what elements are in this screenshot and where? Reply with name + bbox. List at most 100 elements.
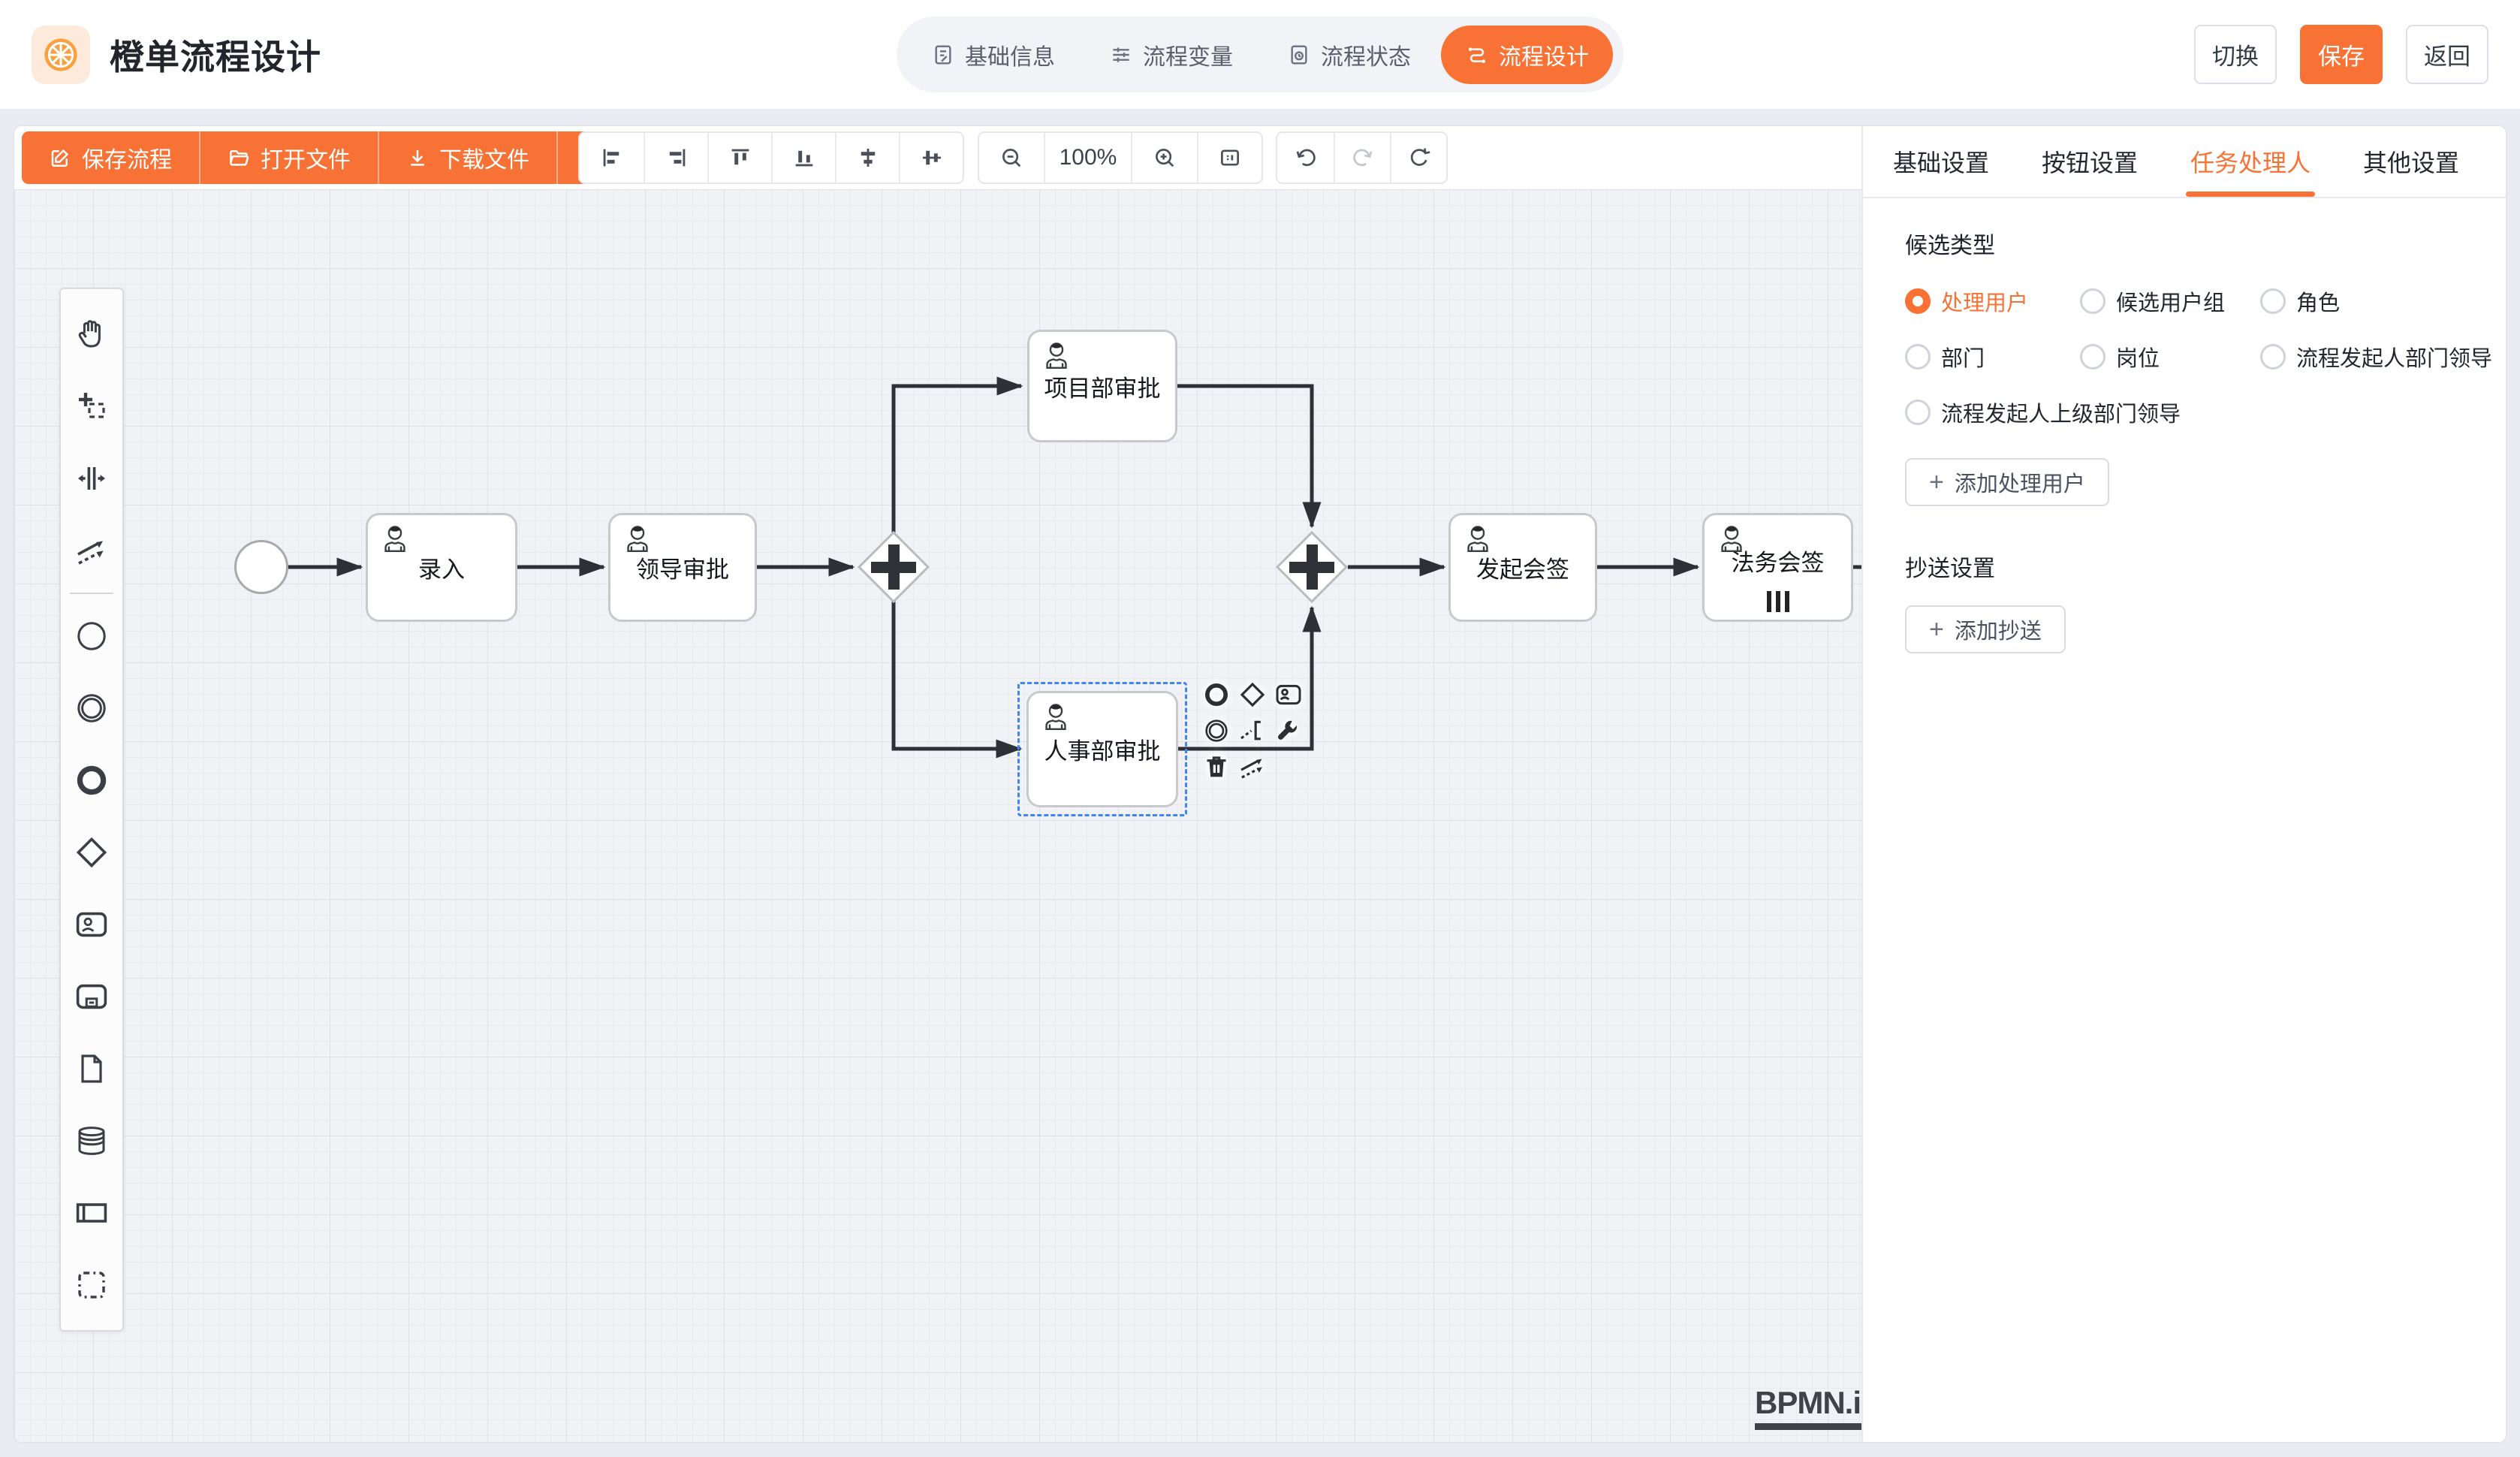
task-node-xiangmubushenpi[interactable]: 项目部审批 — [1027, 330, 1177, 442]
parallel-gateway-join[interactable] — [1276, 531, 1348, 603]
align-center-horizontal-button[interactable] — [899, 133, 963, 183]
create-participant-pool[interactable] — [61, 1177, 122, 1249]
radio-dot — [1905, 288, 1931, 314]
flow-design-icon — [1465, 43, 1489, 67]
settings-wrench-button[interactable] — [1271, 713, 1306, 748]
top-nav: 基础信息 流程变量 流程状态 流程设计 — [897, 17, 1623, 92]
append-gateway-button[interactable] — [1235, 677, 1270, 712]
multi-instance-marker — [1767, 591, 1789, 612]
task-node-renshibushenpi[interactable]: 人事部审批 — [1026, 691, 1178, 807]
align-center-vertical-button[interactable] — [835, 133, 899, 183]
task-node-lingdaoshenpi[interactable]: 领导审批 — [608, 513, 757, 622]
context-pad — [1199, 677, 1306, 784]
file-btn-label: 保存流程 — [82, 141, 172, 174]
back-button[interactable]: 返回 — [2406, 25, 2488, 84]
form-icon — [931, 43, 955, 67]
radio-label: 流程发起人部门领导 — [2296, 341, 2492, 373]
create-gateway[interactable] — [61, 816, 122, 888]
create-intermediate-event[interactable] — [61, 672, 122, 744]
radio-candidate-user-group[interactable]: 候选用户组 — [2080, 285, 2260, 317]
sequence-flow — [1177, 386, 1312, 526]
hand-tool[interactable] — [61, 298, 122, 370]
gateway-icon — [1237, 680, 1268, 710]
delete-button[interactable] — [1199, 750, 1234, 784]
zoom-in-button[interactable] — [1132, 133, 1197, 183]
brand: 橙单流程设计 — [32, 26, 321, 84]
task-node-fawuhuiqian[interactable]: 法务会签 — [1702, 513, 1853, 622]
page-title: 橙单流程设计 — [110, 30, 321, 80]
append-end-event-button[interactable] — [1199, 677, 1234, 712]
add-handler-user-button[interactable]: + 添加处理用户 — [1905, 458, 2109, 506]
connection-icon — [1237, 752, 1268, 782]
radio-role[interactable]: 角色 — [2260, 285, 2492, 317]
nav-item-process-design[interactable]: 流程设计 — [1441, 26, 1613, 84]
start-event-node[interactable] — [234, 540, 288, 594]
radio-handler-user[interactable]: 处理用户 — [1905, 285, 2080, 317]
align-right-icon — [664, 145, 689, 170]
trash-icon — [1201, 752, 1231, 782]
radio-post[interactable]: 岗位 — [2080, 341, 2260, 373]
append-text-annotation-button[interactable] — [1235, 713, 1270, 748]
connect-tool-button[interactable] — [1235, 750, 1270, 784]
nav-item-process-variables[interactable]: 流程变量 — [1085, 26, 1257, 84]
bpmn-canvas[interactable]: 录入 领导审批 — [14, 189, 1864, 1443]
tab-other-settings[interactable]: 其他设置 — [2363, 126, 2459, 197]
align-left-button[interactable] — [580, 133, 644, 183]
create-subprocess[interactable] — [61, 961, 122, 1033]
tab-task-assignee[interactable]: 任务处理人 — [2190, 126, 2311, 197]
create-data-store[interactable] — [61, 1105, 122, 1177]
sequence-flow — [894, 602, 1020, 749]
lasso-tool[interactable] — [61, 370, 122, 442]
radio-department[interactable]: 部门 — [1905, 341, 2080, 373]
fit-viewport-button[interactable] — [1197, 133, 1262, 183]
align-center-horizontal-icon — [919, 145, 945, 170]
create-data-object[interactable] — [61, 1033, 122, 1105]
radio-dot — [1905, 400, 1931, 425]
tab-button-settings[interactable]: 按钮设置 — [2042, 126, 2138, 197]
align-bottom-button[interactable] — [771, 133, 835, 183]
nav-item-process-status[interactable]: 流程状态 — [1263, 26, 1435, 84]
end-event-icon — [1201, 680, 1231, 710]
global-connect-tool[interactable] — [61, 514, 122, 587]
create-end-event[interactable] — [61, 744, 122, 816]
save-button[interactable]: 保存 — [2300, 25, 2383, 84]
user-task-icon — [1715, 523, 1748, 556]
tab-basic-settings[interactable]: 基础设置 — [1893, 126, 1989, 197]
create-user-task[interactable] — [61, 888, 122, 961]
create-group[interactable] — [61, 1249, 122, 1321]
parallel-gateway-split[interactable] — [858, 531, 930, 603]
align-right-button[interactable] — [644, 133, 707, 183]
radio-label: 角色 — [2296, 285, 2340, 317]
redo-button[interactable] — [1334, 133, 1390, 183]
download-icon — [406, 146, 429, 169]
radio-initiator-parent-dept-leader[interactable]: 流程发起人上级部门领导 — [1905, 397, 2492, 428]
add-btn-label: 添加抄送 — [1955, 614, 2042, 645]
switch-button[interactable]: 切换 — [2194, 25, 2277, 84]
nav-item-basic-info[interactable]: 基础信息 — [907, 26, 1079, 84]
restart-button[interactable] — [1390, 133, 1446, 183]
open-file-button[interactable]: 打开文件 — [199, 131, 378, 184]
folder-icon — [228, 146, 250, 169]
append-task-button[interactable] — [1271, 677, 1306, 712]
space-tool[interactable] — [61, 442, 122, 514]
radio-initiator-dept-leader[interactable]: 流程发起人部门领导 — [2260, 341, 2492, 373]
undo-button[interactable] — [1277, 133, 1334, 183]
app-logo — [32, 26, 90, 84]
sliders-icon — [1109, 43, 1133, 67]
user-task-icon — [1461, 523, 1494, 556]
nav-label: 基础信息 — [965, 38, 1055, 71]
task-node-luru[interactable]: 录入 — [366, 513, 517, 622]
zoom-out-button[interactable] — [979, 133, 1044, 183]
align-top-button[interactable] — [707, 133, 771, 183]
end-event-icon — [74, 762, 110, 798]
task-node-faqihuiqian[interactable]: 发起会签 — [1448, 513, 1597, 622]
subprocess-icon — [74, 979, 110, 1015]
hand-tool-icon — [74, 316, 110, 352]
append-intermediate-event-button[interactable] — [1199, 713, 1234, 748]
gateway-plus-icon — [888, 544, 900, 590]
add-cc-button[interactable]: + 添加抄送 — [1905, 605, 2066, 653]
download-file-button[interactable]: 下载文件 — [378, 131, 556, 184]
candidate-type-title: 候选类型 — [1905, 227, 2464, 260]
create-start-event[interactable] — [61, 600, 122, 672]
save-process-button[interactable]: 保存流程 — [22, 131, 199, 184]
